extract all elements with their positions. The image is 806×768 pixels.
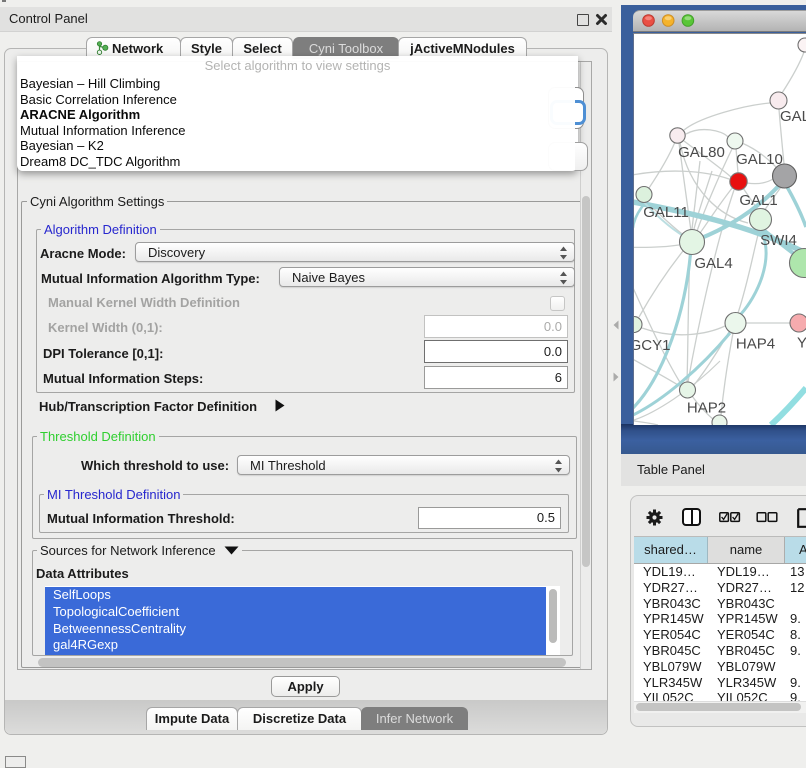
svg-text:GAL11: GAL11 — [643, 204, 689, 221]
svg-text:GAL4: GAL4 — [694, 255, 732, 272]
svg-text:GAL1: GAL1 — [739, 192, 777, 209]
svg-text:HAP2: HAP2 — [687, 400, 726, 417]
svg-text:HAP4: HAP4 — [736, 336, 775, 353]
svg-text:SWI4: SWI4 — [760, 232, 797, 249]
svg-text:GCY1: GCY1 — [633, 337, 670, 354]
svg-text:GAL10: GAL10 — [736, 151, 783, 168]
svg-text:Y: Y — [797, 335, 806, 352]
svg-text:GAL80: GAL80 — [678, 144, 725, 161]
svg-text:GAL7: GAL7 — [780, 108, 806, 125]
